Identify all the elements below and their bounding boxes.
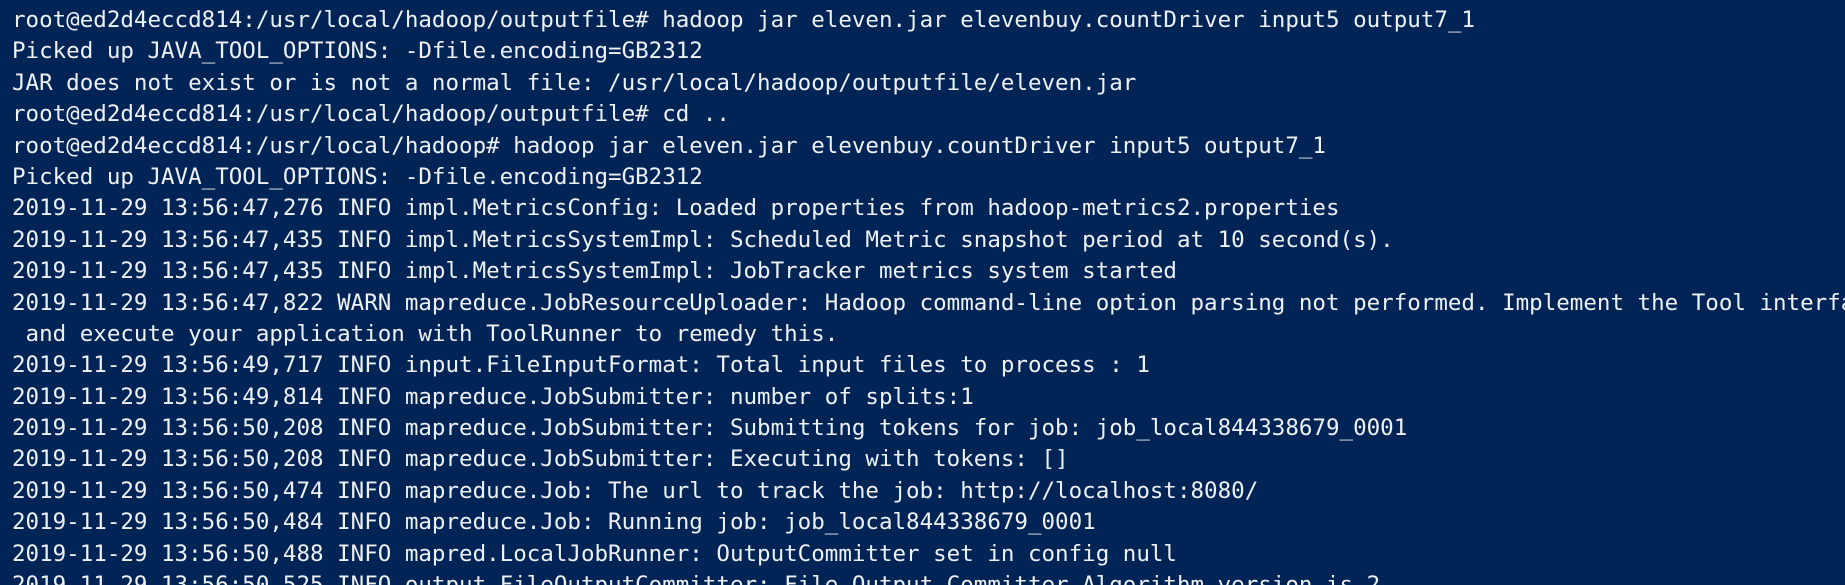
terminal-line: 2019-11-29 13:56:50,208 INFO mapreduce.J…: [12, 415, 1408, 442]
terminal-line: and execute your application with ToolRu…: [12, 320, 839, 347]
terminal-line: 2019-11-29 13:56:47,435 INFO impl.Metric…: [12, 258, 1177, 285]
terminal-line: root@ed2d4eccd814:/usr/local/hadoop/outp…: [12, 7, 1475, 33]
terminal-line: 2019-11-29 13:56:50,474 INFO mapreduce.J…: [12, 477, 1259, 504]
terminal-line: 2019-11-29 13:56:49,717 INFO input.FileI…: [12, 352, 1150, 379]
terminal-line: root@ed2d4eccd814:/usr/local/hadoop/outp…: [12, 101, 730, 128]
terminal-line: 2019-11-29 13:56:47,822 WARN mapreduce.J…: [12, 289, 1845, 316]
terminal-window[interactable]: root@ed2d4eccd814:/usr/local/hadoop/outp…: [0, 0, 1845, 585]
terminal-line: Picked up JAVA_TOOL_OPTIONS: -Dfile.enco…: [12, 38, 703, 65]
terminal-line: JAR does not exist or is not a normal fi…: [12, 69, 1137, 96]
terminal-line: 2019-11-29 13:56:47,276 INFO impl.Metric…: [12, 195, 1340, 222]
terminal-line: 2019-11-29 13:56:49,814 INFO mapreduce.J…: [12, 383, 974, 410]
terminal-line: 2019-11-29 13:56:50,484 INFO mapreduce.J…: [12, 509, 1096, 536]
terminal-line: 2019-11-29 13:56:47,435 INFO impl.Metric…: [12, 226, 1394, 253]
terminal-line: 2019-11-29 13:56:50,525 INFO output.File…: [12, 570, 1845, 585]
terminal-line: 2019-11-29 13:56:50,208 INFO mapreduce.J…: [12, 446, 1069, 473]
terminal-line: root@ed2d4eccd814:/usr/local/hadoop# had…: [12, 132, 1326, 159]
terminal-line: Picked up JAVA_TOOL_OPTIONS: -Dfile.enco…: [12, 163, 703, 190]
terminal-output[interactable]: root@ed2d4eccd814:/usr/local/hadoop/outp…: [12, 5, 1845, 585]
terminal-line: 2019-11-29 13:56:50,488 INFO mapred.Loca…: [12, 540, 1177, 567]
